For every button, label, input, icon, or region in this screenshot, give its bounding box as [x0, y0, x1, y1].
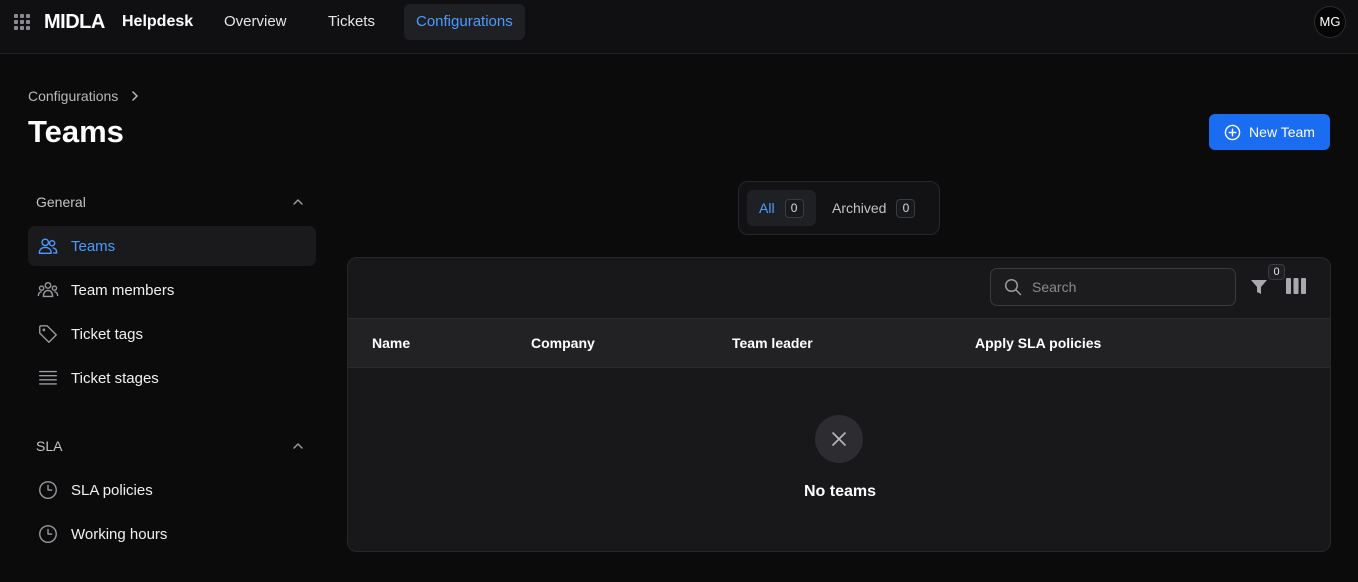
app-name: Helpdesk — [122, 13, 194, 30]
breadcrumb-configurations[interactable]: Configurations — [28, 88, 118, 104]
table-header: Name Company Team leader Apply SLA polic… — [348, 318, 1330, 368]
new-team-button[interactable]: New Team — [1209, 114, 1330, 150]
sidebar-item-ticket-tags[interactable]: Ticket tags — [28, 314, 316, 354]
sidebar-group-title: SLA — [36, 438, 63, 454]
search-input[interactable] — [1032, 279, 1222, 295]
sidebar-group-general[interactable]: General — [28, 190, 316, 214]
filter-button[interactable] — [1250, 276, 1270, 296]
nav-tickets[interactable]: Tickets — [316, 4, 387, 40]
column-header-sla-policies[interactable]: Apply SLA policies — [975, 319, 1101, 367]
users-icon — [38, 238, 58, 255]
column-header-company[interactable]: Company — [531, 319, 595, 367]
close-icon — [832, 432, 846, 446]
sidebar-item-sla-policies[interactable]: SLA policies — [28, 470, 316, 510]
search-icon — [1004, 278, 1022, 296]
sidebar-item-label: Ticket stages — [71, 369, 159, 387]
tab-label: All — [759, 200, 775, 216]
clock-icon — [39, 525, 57, 543]
chevron-up-icon[interactable] — [292, 440, 304, 452]
columns-button[interactable] — [1286, 278, 1306, 296]
brand-logo[interactable]: MIDLA — [44, 11, 105, 34]
tab-switcher: All 0 Archived 0 — [738, 181, 940, 235]
filter-count-badge: 0 — [1268, 264, 1285, 280]
nav-overview[interactable]: Overview — [212, 4, 299, 40]
page-title: Teams — [28, 114, 124, 149]
empty-state-text: No teams — [803, 483, 877, 500]
sidebar-item-ticket-stages[interactable]: Ticket stages — [28, 358, 316, 398]
top-bar: MIDLA Helpdesk Overview Tickets Configur… — [0, 0, 1358, 54]
user-avatar[interactable]: MG — [1314, 6, 1346, 38]
team-members-icon — [37, 281, 59, 298]
sidebar-item-label: Team members — [71, 281, 175, 299]
tab-label: Archived — [832, 200, 887, 216]
empty-state-icon — [815, 415, 863, 463]
sidebar-item-working-hours[interactable]: Working hours — [28, 514, 316, 554]
plus-circle-icon — [1224, 124, 1241, 140]
tab-count-badge: 0 — [784, 198, 804, 218]
columns-icon — [1286, 278, 1306, 294]
tag-icon — [39, 325, 57, 343]
column-header-name[interactable]: Name — [372, 319, 410, 367]
new-team-label: New Team — [1249, 124, 1315, 140]
search-field[interactable] — [990, 268, 1236, 306]
stages-icon — [39, 370, 57, 385]
tab-archived[interactable]: Archived 0 — [820, 190, 927, 226]
filter-icon — [1251, 280, 1267, 294]
sidebar-group-sla[interactable]: SLA — [28, 434, 316, 458]
chevron-up-icon[interactable] — [292, 196, 304, 208]
sidebar-item-label: Ticket tags — [71, 325, 143, 343]
teams-table-panel: 0 Name Company Team leader Apply SLA pol… — [347, 257, 1331, 552]
column-header-team-leader[interactable]: Team leader — [732, 319, 813, 367]
clock-icon — [39, 481, 57, 499]
chevron-right-icon — [132, 91, 139, 101]
app-grid-icon[interactable] — [14, 14, 30, 30]
nav-configurations[interactable]: Configurations — [404, 4, 525, 40]
sidebar-item-teams[interactable]: Teams — [28, 226, 316, 266]
sidebar-item-label: SLA policies — [71, 481, 153, 499]
sidebar-item-label: Working hours — [71, 525, 168, 543]
sidebar-item-team-members[interactable]: Team members — [28, 270, 316, 310]
breadcrumb: Configurations — [28, 88, 140, 104]
sidebar-group-title: General — [36, 194, 86, 210]
tab-all[interactable]: All 0 — [747, 190, 816, 226]
sidebar-item-label: Teams — [71, 237, 116, 255]
tab-count-badge: 0 — [896, 198, 916, 218]
